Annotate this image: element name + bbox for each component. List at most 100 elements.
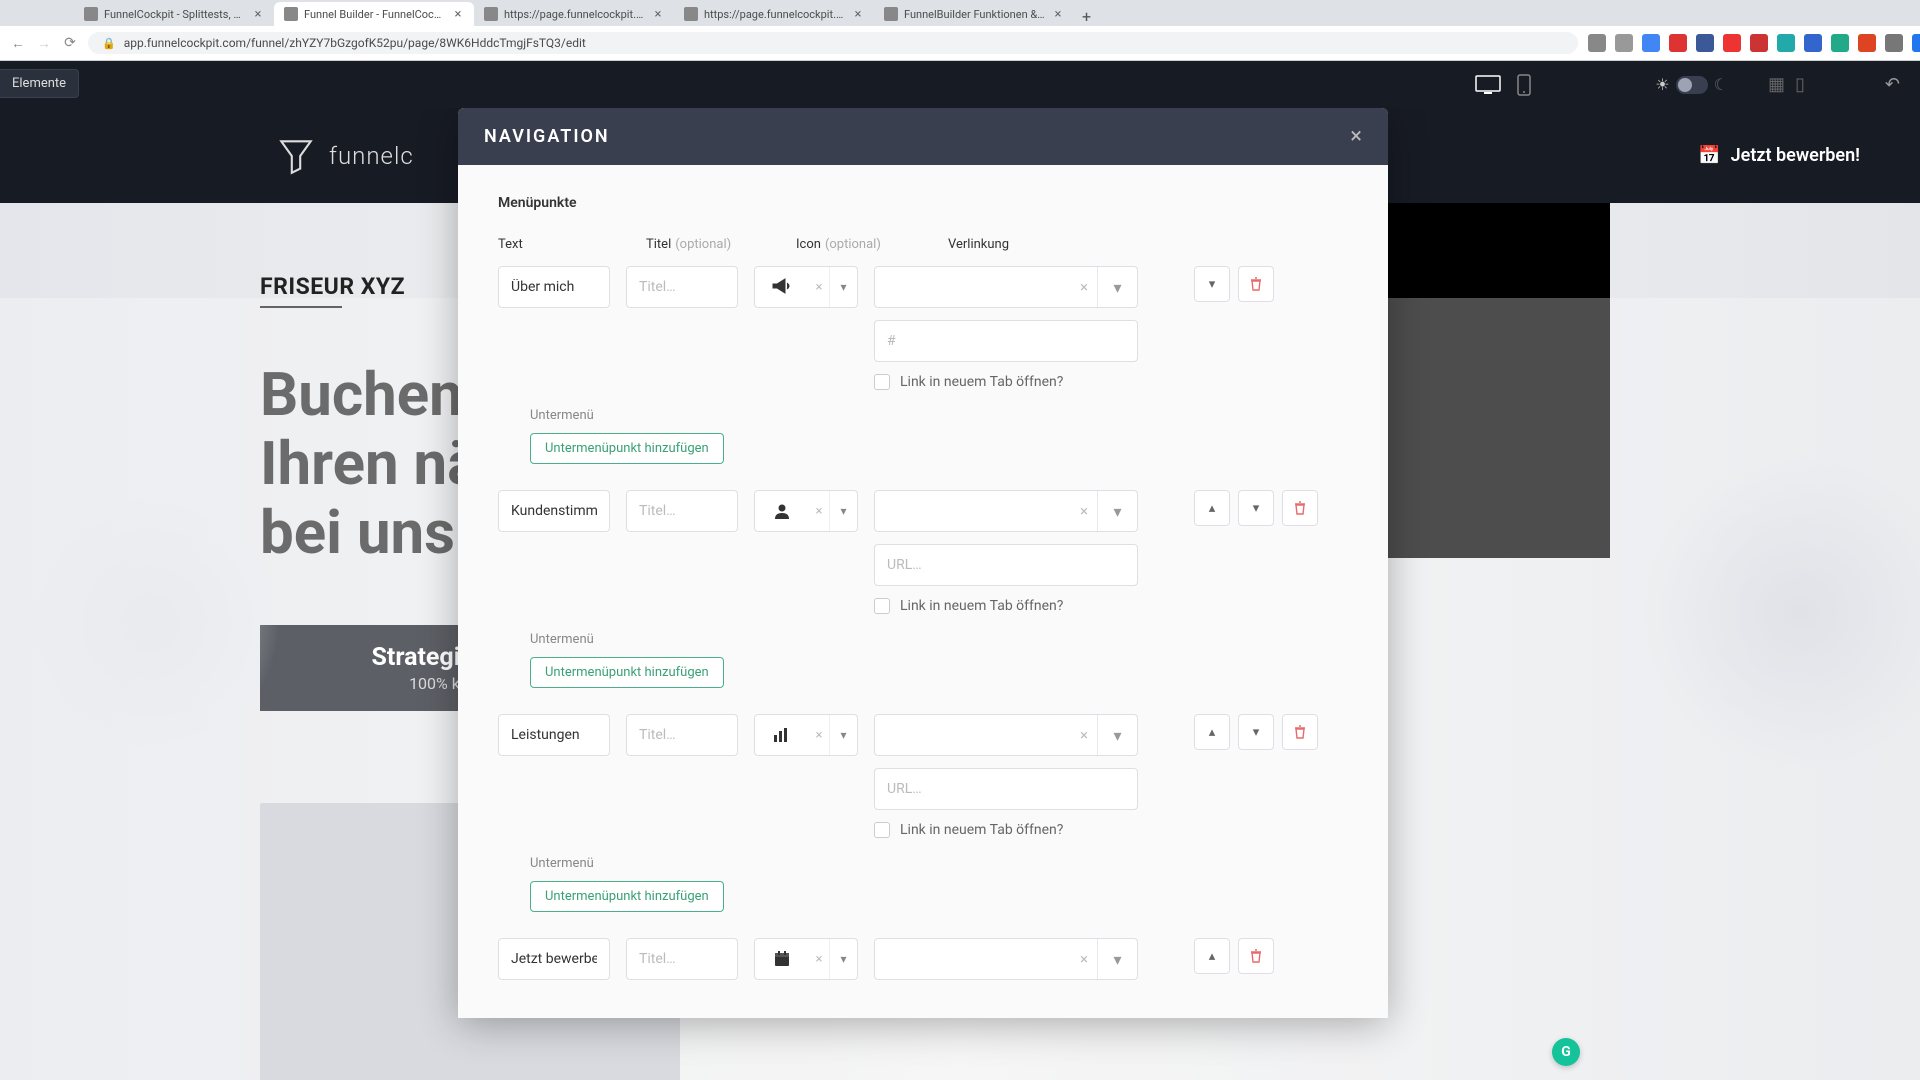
link-type-select[interactable]: × ▾ <box>874 266 1138 308</box>
add-submenu-button[interactable]: Untermenüpunkt hinzufügen <box>530 657 724 688</box>
mobile-icon[interactable] <box>1513 72 1535 98</box>
chevron-down-icon[interactable]: ▾ <box>829 267 857 307</box>
chevron-down-icon[interactable]: ▾ <box>1097 267 1137 307</box>
browser-tab[interactable]: FunnelCockpit - Splittests, M… × <box>74 2 274 26</box>
move-down-button[interactable]: ▾ <box>1238 714 1274 750</box>
ext-icon[interactable] <box>1750 34 1768 52</box>
move-down-button[interactable]: ▾ <box>1194 266 1230 302</box>
close-icon[interactable]: × <box>252 8 264 20</box>
ext-icon[interactable] <box>1858 34 1876 52</box>
delete-button[interactable] <box>1238 938 1274 974</box>
moon-icon[interactable]: ☾ <box>1714 75 1728 94</box>
ext-icon[interactable] <box>1588 34 1606 52</box>
address-bar[interactable]: 🔒 app.funnelcockpit.com/funnel/zhYZY7bGz… <box>88 32 1578 54</box>
close-icon[interactable]: × <box>452 8 464 20</box>
theme-switch[interactable] <box>1676 76 1708 94</box>
close-icon[interactable]: × <box>652 8 664 20</box>
clear-icon[interactable]: × <box>1071 502 1097 520</box>
clear-icon[interactable]: × <box>1071 726 1097 744</box>
clear-icon[interactable]: × <box>809 952 829 967</box>
sun-icon[interactable]: ☀ <box>1655 75 1669 94</box>
icon-select[interactable]: × ▾ <box>754 266 858 308</box>
chevron-down-icon[interactable]: ▾ <box>829 939 857 979</box>
clear-icon[interactable]: × <box>809 504 829 519</box>
grammarly-badge[interactable]: G <box>1552 1038 1580 1066</box>
browser-tab[interactable]: Funnel Builder - FunnelCockpit× <box>274 2 474 26</box>
close-icon[interactable]: × <box>1052 8 1064 20</box>
forward-button[interactable]: → <box>36 35 52 52</box>
header-cta[interactable]: 📅 Jetzt bewerben! <box>1698 145 1860 166</box>
menu-text-input[interactable] <box>498 266 610 308</box>
add-submenu-button[interactable]: Untermenüpunkt hinzufügen <box>530 881 724 912</box>
move-down-button[interactable]: ▾ <box>1238 490 1274 526</box>
new-tab-button[interactable]: + <box>1074 7 1099 26</box>
editor-canvas: funnelc 📅 Jetzt bewerben! FRISEUR XYZ Bu… <box>0 108 1920 1080</box>
desktop-icon[interactable] <box>1471 73 1505 97</box>
ext-icon[interactable] <box>1831 34 1849 52</box>
bullhorn-icon <box>755 278 809 296</box>
undo-button[interactable]: ↶ <box>1885 74 1900 95</box>
newtab-label: Link in neuem Tab öffnen? <box>900 598 1063 614</box>
chevron-down-icon[interactable]: ▾ <box>1097 715 1137 755</box>
ext-icon[interactable] <box>1723 34 1741 52</box>
ext-icon[interactable] <box>1912 34 1920 52</box>
browser-tab[interactable]: FunnelBuilder Funktionen & El…× <box>874 2 1074 26</box>
url-input[interactable] <box>874 544 1138 586</box>
chevron-down-icon[interactable]: ▾ <box>829 715 857 755</box>
close-icon[interactable]: × <box>852 8 864 20</box>
clear-icon[interactable]: × <box>809 280 829 295</box>
back-button[interactable]: ← <box>10 35 26 52</box>
elements-button[interactable]: Elemente <box>0 69 79 98</box>
menu-item: × ▾ × ▾ ▴ <box>498 938 1348 980</box>
link-type-select[interactable]: × ▾ <box>874 714 1138 756</box>
link-type-select[interactable]: × ▾ <box>874 490 1138 532</box>
ext-icon[interactable] <box>1885 34 1903 52</box>
ext-icon[interactable] <box>1696 34 1714 52</box>
ext-icon[interactable] <box>1777 34 1795 52</box>
clear-icon[interactable]: × <box>1071 278 1097 296</box>
browser-tab[interactable]: https://page.funnelcockpit.co…× <box>674 2 874 26</box>
icon-select[interactable]: × ▾ <box>754 938 858 980</box>
clear-icon[interactable]: × <box>809 728 829 743</box>
move-up-button[interactable]: ▴ <box>1194 714 1230 750</box>
menu-title-input[interactable] <box>626 266 738 308</box>
menu-title-input[interactable] <box>626 938 738 980</box>
url-input[interactable] <box>874 768 1138 810</box>
delete-button[interactable] <box>1238 266 1274 302</box>
reload-button[interactable]: ⟳ <box>62 35 78 51</box>
move-up-button[interactable]: ▴ <box>1194 938 1230 974</box>
ext-icon[interactable] <box>1615 34 1633 52</box>
url-input[interactable] <box>874 320 1138 362</box>
icon-select[interactable]: × ▾ <box>754 490 858 532</box>
move-up-button[interactable]: ▴ <box>1194 490 1230 526</box>
ext-icon[interactable] <box>1804 34 1822 52</box>
menu-title-input[interactable] <box>626 714 738 756</box>
menu-title-input[interactable] <box>626 490 738 532</box>
close-icon[interactable]: × <box>1350 124 1362 149</box>
funnel-icon <box>275 135 317 177</box>
ext-icon[interactable] <box>1642 34 1660 52</box>
clear-icon[interactable]: × <box>1071 950 1097 968</box>
menu-text-input[interactable] <box>498 714 610 756</box>
ext-icon[interactable] <box>1669 34 1687 52</box>
link-type-select[interactable]: × ▾ <box>874 938 1138 980</box>
delete-button[interactable] <box>1282 714 1318 750</box>
chevron-down-icon[interactable]: ▾ <box>1097 491 1137 531</box>
tab-title: FunnelCockpit - Splittests, M… <box>104 8 246 21</box>
newtab-checkbox[interactable]: Link in neuem Tab öffnen? <box>874 374 1138 390</box>
layout-icon[interactable]: ▯ <box>1795 74 1805 95</box>
column-headers: Text Titel(optional) Icon(optional) Verl… <box>498 237 1348 252</box>
menu-text-input[interactable] <box>498 938 610 980</box>
chevron-down-icon[interactable]: ▾ <box>829 491 857 531</box>
icon-select[interactable]: × ▾ <box>754 714 858 756</box>
grid-icon[interactable]: ▦ <box>1768 74 1785 95</box>
browser-tab[interactable]: https://page.funnelcockpit.co…× <box>474 2 674 26</box>
address-row: ← → ⟳ 🔒 app.funnelcockpit.com/funnel/zhY… <box>0 26 1920 61</box>
navigation-modal: NAVIGATION × Menüpunkte Text Titel(optio… <box>458 108 1388 1018</box>
chevron-down-icon[interactable]: ▾ <box>1097 939 1137 979</box>
delete-button[interactable] <box>1282 490 1318 526</box>
newtab-checkbox[interactable]: Link in neuem Tab öffnen? <box>874 598 1138 614</box>
add-submenu-button[interactable]: Untermenüpunkt hinzufügen <box>530 433 724 464</box>
newtab-checkbox[interactable]: Link in neuem Tab öffnen? <box>874 822 1138 838</box>
menu-text-input[interactable] <box>498 490 610 532</box>
